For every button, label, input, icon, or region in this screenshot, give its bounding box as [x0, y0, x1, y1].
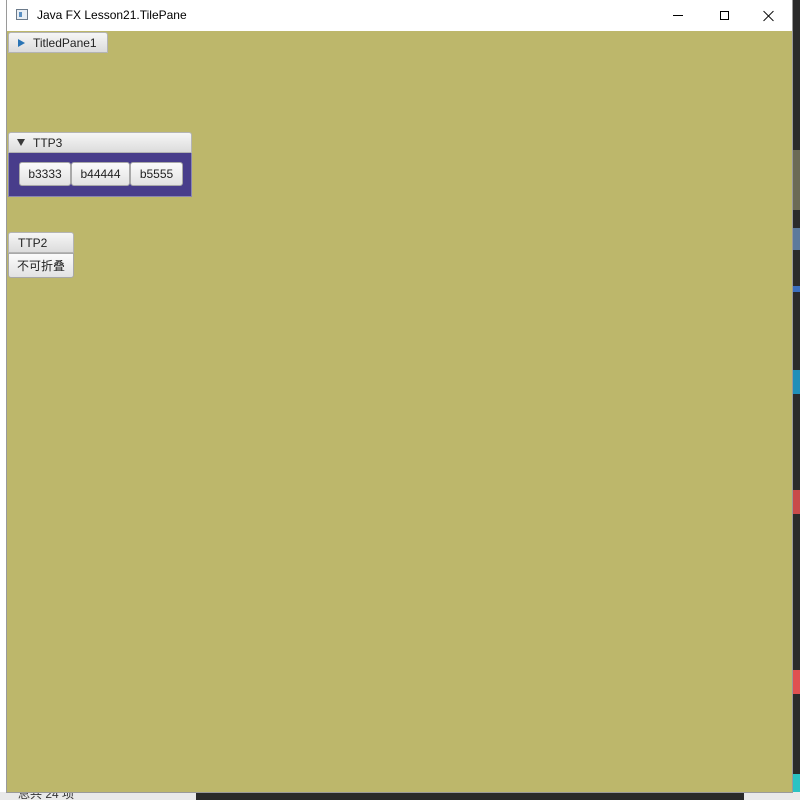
button-b44444[interactable]: b44444: [71, 162, 130, 186]
expand-arrow-icon: [13, 38, 29, 47]
desktop-background-right: [792, 0, 800, 800]
maximize-icon: [719, 11, 729, 20]
window-title: Java FX Lesson21.TilePane: [37, 8, 187, 22]
titled-pane-ttp3-content: b3333 b44444 b5555: [8, 153, 192, 197]
app-window: Java FX Lesson21.TilePane TitledPane1 TT…: [7, 0, 792, 792]
minimize-button[interactable]: [655, 0, 701, 31]
minimize-icon: [673, 15, 683, 16]
titled-pane-1-header[interactable]: TitledPane1: [8, 32, 108, 53]
titled-pane-ttp2-header: TTP2: [8, 232, 74, 253]
taskbar-dark-area: [196, 792, 744, 800]
titled-pane-ttp3-label: TTP3: [33, 135, 63, 150]
close-button[interactable]: [746, 0, 792, 31]
scene-content: TitledPane1 TTP3 b3333 b44444 b5555 TTP2…: [7, 31, 792, 792]
button-b5555[interactable]: b5555: [130, 162, 183, 186]
close-icon: [763, 10, 775, 22]
titled-pane-1-label: TitledPane1: [33, 35, 97, 50]
maximize-button[interactable]: [701, 0, 747, 31]
window-titlebar[interactable]: Java FX Lesson21.TilePane: [7, 0, 792, 31]
titled-pane-ttp2-content: 不可折叠: [8, 253, 74, 279]
button-b3333[interactable]: b3333: [19, 162, 71, 186]
titled-pane-ttp2-label: TTP2: [18, 235, 48, 250]
not-collapsible-button[interactable]: 不可折叠: [8, 253, 74, 278]
titled-pane-ttp3-header[interactable]: TTP3: [8, 132, 192, 153]
taskbar-item-count: 总共 24 项: [18, 792, 75, 800]
java-app-icon: [16, 9, 28, 20]
desktop-taskbar-strip: 总共 24 项: [0, 792, 800, 800]
collapse-arrow-icon: [13, 139, 29, 146]
